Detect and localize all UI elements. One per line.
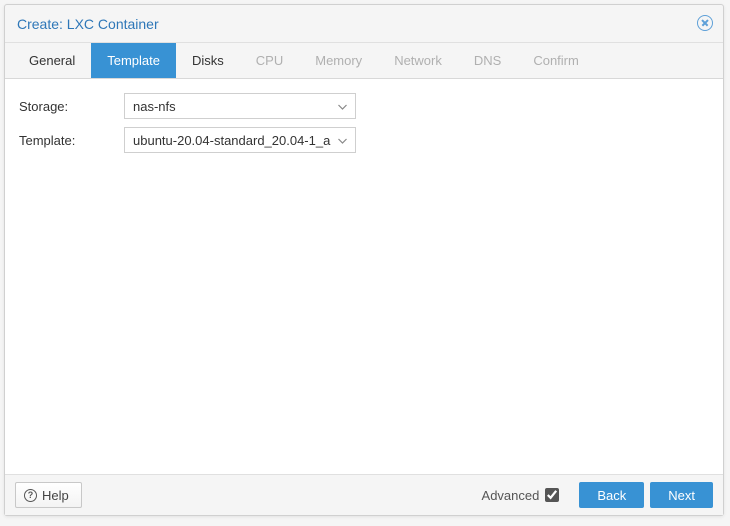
close-icon[interactable] (697, 15, 713, 31)
tab-bar: General Template Disks CPU Memory Networ… (5, 43, 723, 79)
footer: ? Help Advanced Back Next (5, 475, 723, 515)
help-button[interactable]: ? Help (15, 482, 82, 508)
template-row: Template: ubuntu-20.04-standard_20.04-1_… (19, 127, 709, 153)
storage-label: Storage: (19, 99, 124, 114)
storage-row: Storage: nas-nfs (19, 93, 709, 119)
advanced-checkbox[interactable] (545, 488, 559, 502)
titlebar: Create: LXC Container (5, 5, 723, 43)
tab-dns: DNS (458, 43, 517, 78)
dialog-window: Create: LXC Container General Template D… (4, 4, 724, 516)
storage-select[interactable]: nas-nfs (124, 93, 356, 119)
advanced-label: Advanced (482, 488, 540, 503)
template-value: ubuntu-20.04-standard_20.04-1_a (133, 133, 330, 148)
chevron-down-icon (338, 133, 347, 148)
tab-network: Network (378, 43, 458, 78)
tab-confirm: Confirm (517, 43, 595, 78)
template-label: Template: (19, 133, 124, 148)
tab-memory: Memory (299, 43, 378, 78)
template-select[interactable]: ubuntu-20.04-standard_20.04-1_a (124, 127, 356, 153)
tab-disks[interactable]: Disks (176, 43, 240, 78)
help-icon: ? (24, 489, 37, 502)
tab-general[interactable]: General (13, 43, 91, 78)
storage-value: nas-nfs (133, 99, 176, 114)
help-label: Help (42, 488, 69, 503)
chevron-down-icon (338, 99, 347, 114)
back-button[interactable]: Back (579, 482, 644, 508)
content-panel: Storage: nas-nfs Template: ubuntu-20.04-… (5, 79, 723, 475)
window-title: Create: LXC Container (17, 16, 159, 32)
tab-cpu: CPU (240, 43, 299, 78)
tab-template[interactable]: Template (91, 43, 176, 78)
next-button[interactable]: Next (650, 482, 713, 508)
